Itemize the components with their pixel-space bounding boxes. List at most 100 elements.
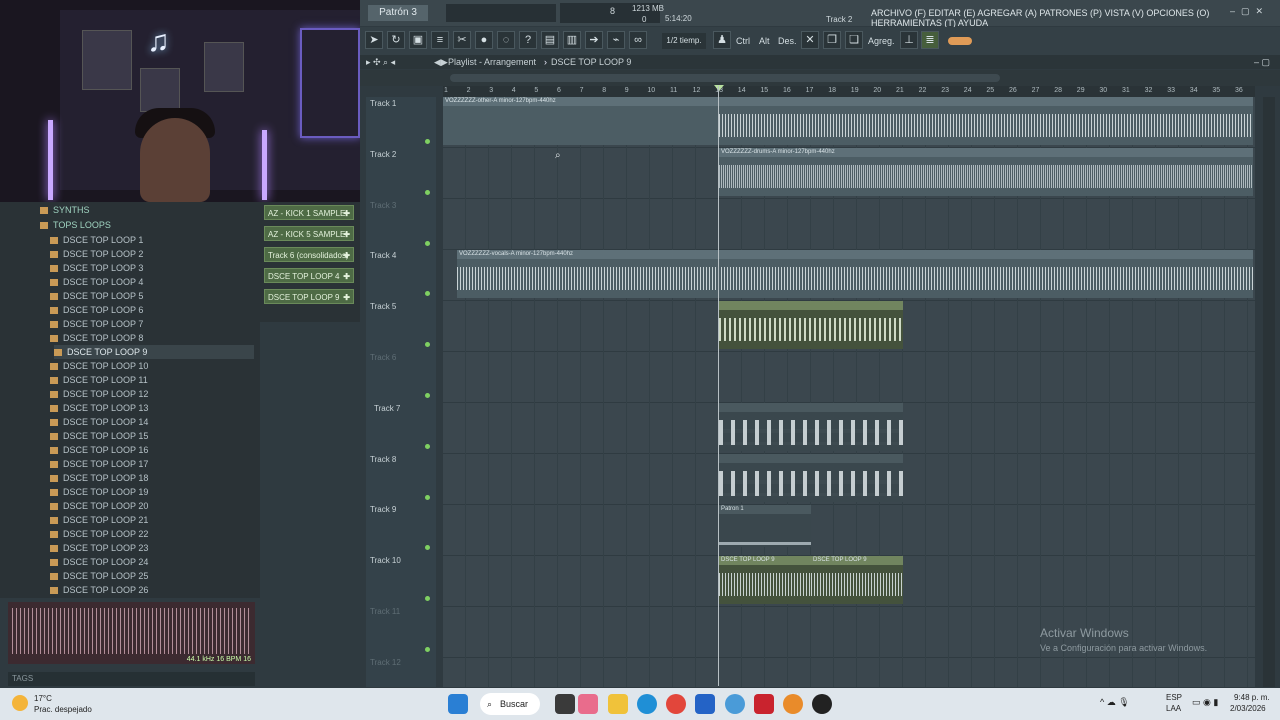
window-controls[interactable]: –▢✕ <box>1230 6 1269 17</box>
taskbar-search[interactable]: ⌕ Buscar <box>480 693 540 715</box>
channel-button[interactable]: AZ - KICK 1 SAMPLE ✚ <box>264 205 354 220</box>
lang-code[interactable]: ESP <box>1166 693 1182 702</box>
playhead-marker-icon[interactable] <box>714 85 724 91</box>
track-led-icon[interactable] <box>425 139 430 144</box>
paste-icon[interactable]: ❏ <box>845 31 863 49</box>
clip-pattern-track8[interactable] <box>719 454 903 502</box>
channel-button[interactable]: DSCE TOP LOOP 9 ✚ <box>264 289 354 304</box>
browser-item[interactable]: DSCE TOP LOOP 3 <box>50 261 143 275</box>
browser-item[interactable]: DSCE TOP LOOP 12 <box>50 387 148 401</box>
tray-icons[interactable]: ^ ☁ 🎙 <box>1100 697 1130 708</box>
browser-item[interactable]: DSCE TOP LOOP 4 <box>50 275 143 289</box>
alt-button[interactable]: Alt <box>759 36 770 46</box>
browser-item[interactable]: DSCE TOP LOOP 24 <box>50 555 148 569</box>
browser-item[interactable]: DSCE TOP LOOP 14 <box>50 415 148 429</box>
playlist-pattern[interactable]: DSCE TOP LOOP 9 <box>551 55 631 69</box>
track-led-icon[interactable] <box>425 596 430 602</box>
channel-button[interactable]: Track 6 (consolidados) ✚ <box>264 247 354 262</box>
track-led-icon[interactable] <box>425 494 430 500</box>
mixer-icon[interactable]: ≡ <box>431 31 449 49</box>
add-button[interactable]: Agreg. <box>868 36 895 46</box>
clock-time[interactable]: 9:48 p. m. <box>1234 693 1270 702</box>
playlist-grid[interactable]: VOZZZZZZ-other-A minor-127bpm-440hz VOZZ… <box>443 97 1255 687</box>
browser-item[interactable]: DSCE TOP LOOP 9 <box>54 345 254 359</box>
track-led-icon[interactable] <box>425 647 430 652</box>
track-name[interactable]: Track 8 <box>370 455 396 464</box>
app-icon-blue[interactable] <box>725 694 745 714</box>
clip-audio-drums[interactable]: VOZZZZZZ-drums-A minor-127bpm-440hz <box>719 148 1253 196</box>
forward-icon[interactable]: ➔ <box>585 31 603 49</box>
channel-button[interactable]: DSCE TOP LOOP 4 ✚ <box>264 268 354 283</box>
track-name[interactable]: Track 11 <box>370 607 400 616</box>
playlist-icon[interactable]: ▤ <box>541 31 559 49</box>
pin-icon[interactable]: ⊥ <box>900 31 918 49</box>
browser-item[interactable]: DSCE TOP LOOP 16 <box>50 443 148 457</box>
clip-audio-other[interactable]: VOZZZZZZ-other-A minor-127bpm-440hz <box>443 97 1253 145</box>
track-name[interactable]: Track 10 <box>370 556 401 565</box>
clip-loop-b[interactable]: DSCE TOP LOOP 9 <box>811 556 903 604</box>
scissors-icon[interactable]: ✂ <box>453 31 471 49</box>
browser-item[interactable]: DSCE TOP LOOP 7 <box>50 317 143 331</box>
save-icon[interactable]: ▣ <box>409 31 427 49</box>
browser-item[interactable]: DSCE TOP LOOP 22 <box>50 527 148 541</box>
mic-icon[interactable]: ● <box>475 31 493 49</box>
track-led-icon[interactable] <box>425 291 430 297</box>
weather-icon[interactable] <box>12 695 28 711</box>
clip-audio-vocals[interactable]: VOZZZZZZ-vocals-A minor-127bpm-440hz <box>457 250 1253 298</box>
track-name[interactable]: Track 9 <box>370 505 396 514</box>
piano-icon[interactable]: ▥ <box>563 31 581 49</box>
browser-item[interactable]: DSCE TOP LOOP 18 <box>50 471 148 485</box>
browser-item[interactable]: DSCE TOP LOOP 15 <box>50 429 148 443</box>
file-explorer-icon[interactable] <box>608 694 628 714</box>
main-menu[interactable]: ARCHIVO (F) EDITAR (E) AGREGAR (A) PATRO… <box>871 8 1280 28</box>
edge-icon[interactable] <box>637 694 657 714</box>
browser-item[interactable]: DSCE TOP LOOP 13 <box>50 401 148 415</box>
browser-item[interactable]: DSCE TOP LOOP 26 <box>50 583 148 597</box>
task-view-icon[interactable] <box>555 694 575 714</box>
track-led-icon[interactable] <box>425 393 430 398</box>
track-led-icon[interactable] <box>425 189 430 195</box>
arrow-icon[interactable]: ➤ <box>365 31 383 49</box>
track-name[interactable]: Track 2 <box>370 150 396 159</box>
browser-item[interactable]: DSCE TOP LOOP 25 <box>50 569 148 583</box>
playlist-nav-icons[interactable]: ▸ ✣ ⌕ ◂ <box>366 55 395 69</box>
browser-item[interactable]: DSCE TOP LOOP 23 <box>50 541 148 555</box>
list-icon[interactable]: ≣ <box>921 31 939 49</box>
channel-button[interactable]: AZ - KICK 5 SAMPLE ✚ <box>264 226 354 241</box>
browser-item[interactable]: DSCE TOP LOOP 8 <box>50 331 143 345</box>
chrome-icon[interactable] <box>666 694 686 714</box>
track-name[interactable]: Track 3 <box>370 201 396 210</box>
link-icon[interactable]: ∞ <box>629 31 647 49</box>
system-tray-icons[interactable]: ▭ ◉ ▮ <box>1192 697 1218 708</box>
folder-synths[interactable]: SYNTHS <box>40 203 90 217</box>
track-name[interactable]: Track 5 <box>370 302 396 311</box>
track-led-icon[interactable] <box>425 443 430 449</box>
track-led-icon[interactable] <box>425 545 430 551</box>
close-icon[interactable]: ✕ <box>801 31 819 49</box>
plug-icon[interactable]: ⌁ <box>607 31 625 49</box>
refresh-icon[interactable]: ↻ <box>387 31 405 49</box>
timeline-ruler[interactable]: 1 2 3 4 5 6 7 8 9 10 11 12 13 14 15 16 17 18 19 20 21 22 23 24 2… <box>443 86 1255 97</box>
browser-item[interactable]: DSCE TOP LOOP 10 <box>50 359 148 373</box>
browser-item[interactable]: DSCE TOP LOOP 11 <box>50 373 148 387</box>
pattern-selector[interactable]: Patrón 3 <box>368 5 428 21</box>
clip-loop-track5[interactable] <box>719 301 903 349</box>
record-toggle[interactable] <box>948 37 972 45</box>
track-led-icon[interactable] <box>425 342 430 348</box>
track-name[interactable]: Track 4 <box>370 251 396 260</box>
browser-item[interactable]: DSCE TOP LOOP 17 <box>50 457 148 471</box>
clip-loop-a[interactable]: DSCE TOP LOOP 9 <box>719 556 811 604</box>
stamp-icon[interactable]: ♟ <box>713 31 731 49</box>
track-name[interactable]: Track 1 <box>370 99 396 108</box>
app-icon-dark[interactable] <box>812 694 832 714</box>
clip-pattern-track7[interactable] <box>719 403 903 451</box>
clip-patron-1[interactable]: Patron 1 <box>719 505 811 547</box>
chat-icon[interactable]: ◌ <box>497 31 515 49</box>
playlist-scroll-bar[interactable] <box>360 70 1280 86</box>
copy-icon[interactable]: ❐ <box>823 31 841 49</box>
browser-item[interactable]: DSCE TOP LOOP 2 <box>50 247 143 261</box>
tags-bar[interactable]: TAGS <box>8 672 255 686</box>
volume-slider[interactable] <box>446 4 556 22</box>
fl-studio-icon[interactable] <box>783 694 803 714</box>
app-icon-red[interactable] <box>754 694 774 714</box>
